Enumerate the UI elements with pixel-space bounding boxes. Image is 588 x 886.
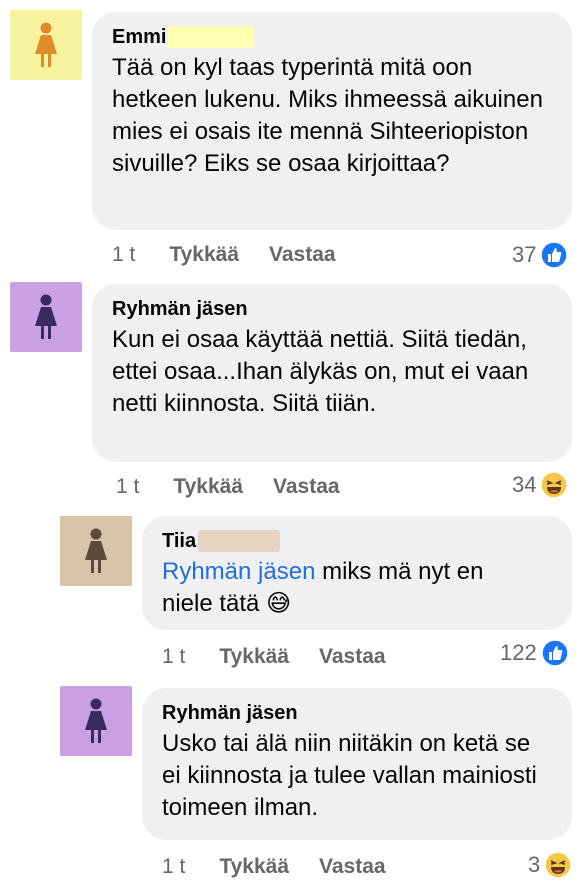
like-button[interactable]: Tykkää — [219, 855, 289, 879]
comment-bubble: Tiia Ryhmän jäsen miks mä nyt en niele t… — [142, 516, 572, 630]
comment-text: Kun ei osaa käyttää nettiä. Siitä tiedän… — [112, 326, 529, 417]
like-button[interactable]: Tykkää — [173, 475, 243, 499]
comment-actions: 1 t Tykkää Vastaa — [116, 472, 370, 502]
comment-actions: 1 t Tykkää Vastaa — [162, 852, 416, 882]
comment-time[interactable]: 1 t — [162, 645, 185, 669]
comment-text: Ryhmän jäsen miks mä nyt en niele tätä 😅 — [162, 558, 484, 617]
comment-avatar[interactable] — [10, 10, 82, 80]
comment-author[interactable]: Tiia — [162, 528, 554, 554]
comment-time[interactable]: 1 t — [112, 243, 135, 267]
reaction-summary[interactable]: 34 — [512, 470, 569, 500]
reply-button[interactable]: Vastaa — [273, 475, 340, 499]
comment-bubble: Ryhmän jäsen Usko tai älä niin niitäkin … — [142, 688, 572, 840]
like-button[interactable]: Tykkää — [219, 645, 289, 669]
redacted-name — [168, 26, 255, 48]
person-icon — [85, 528, 107, 573]
comment-text: Tää on kyl taas typerintä mitä oon hetke… — [112, 54, 543, 177]
reaction-count: 3 — [528, 852, 541, 877]
comment-avatar[interactable] — [60, 516, 132, 586]
reaction-summary[interactable]: 3 — [528, 850, 572, 880]
reply-button[interactable]: Vastaa — [319, 645, 386, 669]
person-icon — [35, 22, 57, 67]
like-button[interactable]: Tykkää — [169, 243, 239, 267]
haha-icon — [544, 851, 572, 879]
reaction-summary[interactable]: 122 — [500, 638, 569, 668]
person-icon — [85, 698, 107, 743]
comment-time[interactable]: 1 t — [116, 475, 139, 499]
comment-avatar[interactable] — [60, 686, 132, 756]
comment-actions: 1 t Tykkää Vastaa — [162, 642, 416, 672]
reaction-count: 34 — [512, 472, 537, 497]
sweat-smile-emoji: 😅 — [266, 590, 292, 617]
comment-avatar[interactable] — [10, 282, 82, 352]
reaction-summary[interactable]: 37 — [512, 240, 569, 270]
reply-button[interactable]: Vastaa — [319, 855, 386, 879]
comment-text: Usko tai älä niin niitäkin on ketä se ei… — [162, 730, 537, 821]
comment-author[interactable]: Emmi — [112, 24, 554, 50]
reaction-count: 122 — [500, 640, 537, 665]
person-icon — [35, 294, 57, 339]
redacted-name — [198, 530, 281, 552]
comment-actions: 1 t Tykkää Vastaa — [112, 240, 366, 270]
reply-button[interactable]: Vastaa — [269, 243, 336, 267]
comment-bubble: Ryhmän jäsen Kun ei osaa käyttää nettiä.… — [92, 284, 572, 462]
comment-author[interactable]: Ryhmän jäsen — [112, 296, 554, 322]
reaction-count: 37 — [512, 242, 537, 267]
mention-link[interactable]: Ryhmän jäsen — [162, 558, 315, 585]
comment-author[interactable]: Ryhmän jäsen — [162, 700, 554, 726]
like-icon — [540, 241, 569, 269]
comment-time[interactable]: 1 t — [162, 855, 185, 879]
haha-icon — [540, 471, 569, 499]
comment-bubble: Emmi Tää on kyl taas typerintä mitä oon … — [92, 12, 572, 230]
like-icon — [540, 639, 569, 667]
